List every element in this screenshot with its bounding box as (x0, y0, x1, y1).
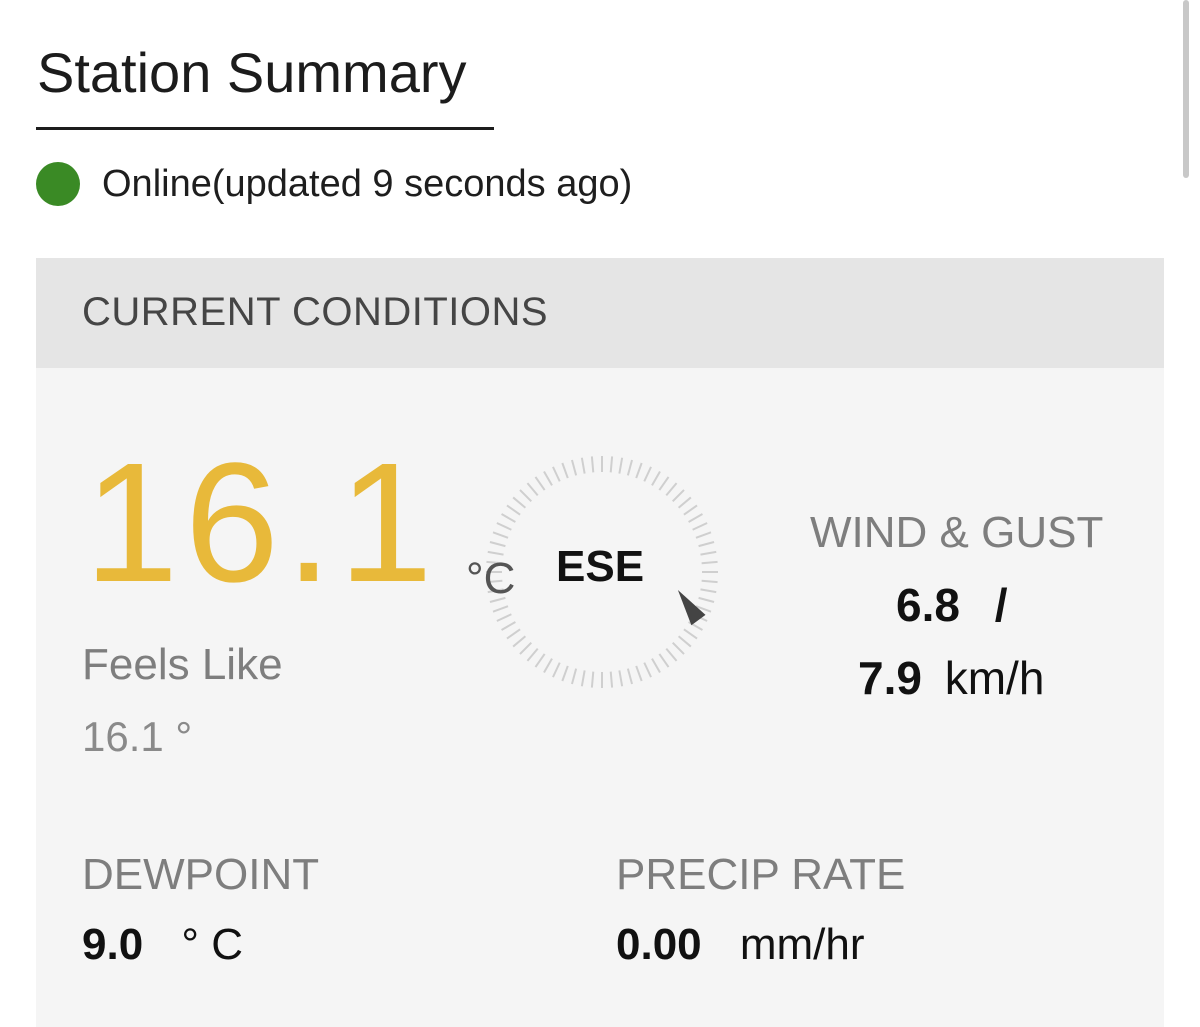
compass-tick (571, 459, 578, 476)
station-status: Online(updated 9 seconds ago) (36, 160, 632, 208)
compass-tick (561, 665, 569, 682)
compass-tick (501, 621, 516, 631)
compass-tick (496, 613, 512, 622)
compass-tick (543, 471, 553, 486)
compass-tick (635, 665, 643, 682)
compass-tick (651, 471, 661, 486)
precip-rate-row: 0.00 mm/hr (616, 920, 865, 970)
title-underline (36, 127, 494, 130)
station-summary-page: Station Summary Online(updated 9 seconds… (0, 0, 1200, 1027)
compass-tick (512, 635, 527, 648)
dewpoint-value: 9.0 (82, 920, 144, 969)
compass-tick (626, 668, 633, 685)
compass-tick (665, 482, 678, 497)
compass-tick (672, 642, 685, 655)
compass-tick (700, 588, 717, 594)
wind-speed-value: 6.8 (896, 579, 960, 631)
page-title: Station Summary (37, 41, 467, 104)
precip-rate-value: 0.00 (616, 920, 702, 969)
compass-tick (677, 635, 692, 648)
wind-direction: ESE (556, 542, 645, 591)
compass-tick (519, 489, 532, 502)
compass-tick (635, 462, 643, 479)
compass-tick (526, 647, 539, 662)
precip-rate-unit: mm/hr (739, 920, 865, 969)
compass-tick (700, 550, 717, 556)
wind-separator: / (994, 579, 1008, 631)
compass-tick (651, 658, 661, 673)
wind-gust-value: 7.9 (858, 652, 922, 704)
compass-tick (618, 457, 624, 474)
compass-tick (590, 456, 595, 473)
dewpoint-unit: ° C (181, 920, 244, 969)
compass-tick (489, 541, 506, 548)
compass-tick (665, 647, 678, 662)
wind-speed-row: 6.8 / (896, 578, 1008, 632)
card-heading: CURRENT CONDITIONS (82, 290, 549, 334)
compass-tick (658, 476, 670, 491)
compass-tick (692, 522, 708, 531)
feels-like-label: Feels Like (82, 640, 283, 689)
compass-tick (519, 642, 532, 655)
compass-tick (492, 531, 509, 539)
compass-tick (492, 605, 509, 613)
compass-tick (683, 504, 698, 516)
current-conditions-card: CURRENT CONDITIONS 16.1 °C ESE Feels Lik… (36, 258, 1164, 1027)
compass-tick (534, 476, 546, 491)
compass-tick (512, 496, 527, 509)
compass-tick (643, 466, 652, 482)
compass-tick (695, 531, 712, 539)
compass-tick (643, 662, 652, 678)
compass-tick (626, 459, 633, 476)
compass-tick (701, 560, 718, 565)
feels-like-value: 16.1 ° (82, 713, 193, 760)
compass-tick (552, 662, 561, 678)
compass-tick (618, 670, 624, 687)
dewpoint-label: DEWPOINT (82, 850, 320, 899)
compass-tick (677, 496, 692, 509)
wind-unit: km/h (944, 652, 1045, 704)
temperature-unit: °C (466, 554, 516, 603)
temperature-value: 16.1 (84, 428, 439, 618)
compass-tick (701, 579, 718, 584)
compass-tick (496, 522, 512, 531)
compass-tick (561, 462, 569, 479)
compass-tick (609, 671, 614, 688)
status-text: Online(updated 9 seconds ago) (102, 162, 633, 205)
compass-tick (590, 671, 595, 688)
compass-tick (580, 670, 586, 687)
compass-tick (506, 504, 521, 516)
compass-tick (698, 596, 715, 603)
compass-tick (698, 541, 715, 548)
compass-tick (501, 513, 516, 523)
compass-tick (534, 653, 546, 668)
compass-tick (672, 489, 685, 502)
wind-gust-row: 7.9 km/h (858, 651, 1044, 705)
precip-rate-label: PRECIP RATE (616, 850, 906, 899)
card-header: CURRENT CONDITIONS (36, 258, 1164, 368)
compass-tick (688, 513, 703, 523)
compass-tick (658, 653, 670, 668)
scrollbar[interactable] (1183, 0, 1189, 178)
wind-gust-label: WIND & GUST (810, 508, 1104, 557)
compass-tick (526, 482, 539, 497)
compass-tick (552, 466, 561, 482)
online-status-icon (36, 162, 80, 206)
compass-tick (571, 668, 578, 685)
compass-tick (609, 456, 614, 473)
dewpoint-row: 9.0 ° C (82, 920, 243, 970)
compass-tick (506, 628, 521, 640)
compass-tick (543, 658, 553, 673)
compass-tick (683, 628, 698, 640)
compass-tick (580, 457, 586, 474)
